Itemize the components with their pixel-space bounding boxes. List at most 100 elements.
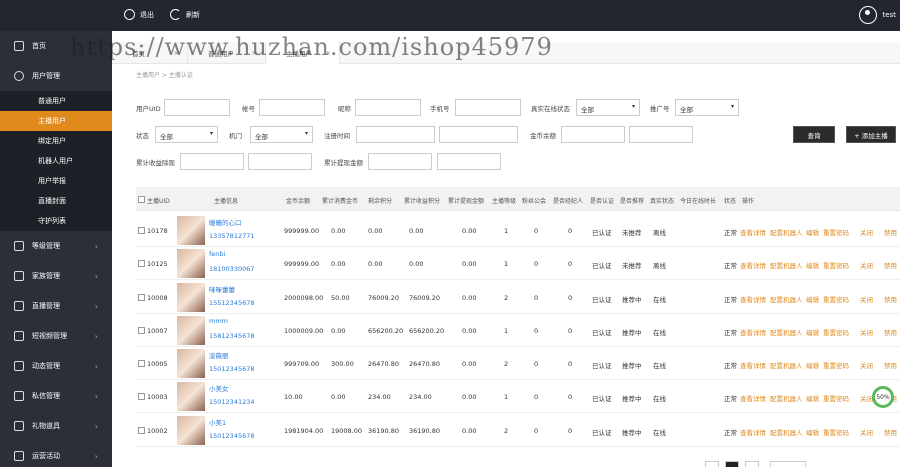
row-checkbox[interactable] <box>138 260 145 267</box>
select-all-checkbox[interactable] <box>138 196 145 203</box>
sidebar-item-video[interactable]: 短视频管理 › <box>0 321 112 351</box>
edit-link[interactable]: 编辑 <box>806 227 819 237</box>
cash-total-max-input[interactable] <box>437 153 501 170</box>
sidebar-item-gift[interactable]: 礼物道具 › <box>0 411 112 441</box>
ban-link[interactable]: 禁用 <box>884 294 897 304</box>
account-input[interactable] <box>259 99 325 116</box>
sidebar-item-live[interactable]: 直播管理 › <box>0 291 112 321</box>
config-robot-link[interactable]: 配置机器人 <box>770 227 803 237</box>
add-anchor-button[interactable]: + 添加主播 <box>846 126 896 143</box>
sidebar-sub-user-reports[interactable]: 用户举报 <box>0 171 112 191</box>
logout-button[interactable]: 退出 <box>124 9 154 20</box>
reset-password-link[interactable]: 重置密码 <box>823 294 849 304</box>
coin-min-input[interactable] <box>561 126 625 143</box>
edit-link[interactable]: 编辑 <box>806 327 819 337</box>
reset-password-link[interactable]: 重置密码 <box>823 360 849 370</box>
anchor-phone[interactable]: 15012341234 <box>209 398 255 406</box>
row-checkbox[interactable] <box>138 227 145 234</box>
edit-link[interactable]: 编辑 <box>806 360 819 370</box>
row-checkbox[interactable] <box>138 427 145 434</box>
ban-link[interactable]: 禁用 <box>884 260 897 270</box>
reset-password-link[interactable]: 重置密码 <box>823 260 849 270</box>
cash-in-max-input[interactable] <box>248 153 312 170</box>
reset-password-link[interactable]: 重置密码 <box>823 227 849 237</box>
row-checkbox[interactable] <box>138 360 145 367</box>
reg-time-end-input[interactable] <box>439 126 518 143</box>
row-checkbox[interactable] <box>138 294 145 301</box>
ban-link[interactable]: 禁用 <box>884 327 897 337</box>
gender-select[interactable]: 全部 ▾ <box>250 126 313 143</box>
coin-max-input[interactable] <box>629 126 693 143</box>
sidebar-sub-bound-users[interactable]: 绑定用户 <box>0 131 112 151</box>
query-button[interactable]: 查询 <box>793 126 835 143</box>
config-robot-link[interactable]: 配置机器人 <box>770 327 803 337</box>
row-checkbox[interactable] <box>138 327 145 334</box>
close-link[interactable]: 关闭 <box>860 294 873 304</box>
pager-prev[interactable] <box>705 461 719 467</box>
view-detail-link[interactable]: 查看详情 <box>740 294 766 304</box>
user-menu[interactable]: test <box>858 6 896 24</box>
anchor-phone[interactable]: 15012345678 <box>209 365 255 373</box>
refresh-button[interactable]: 刷新 <box>170 9 200 20</box>
cash-in-min-input[interactable] <box>180 153 244 170</box>
phone-input[interactable] <box>455 99 521 116</box>
config-robot-link[interactable]: 配置机器人 <box>770 294 803 304</box>
edit-link[interactable]: 编辑 <box>806 427 819 437</box>
close-link[interactable]: 关闭 <box>860 227 873 237</box>
anchor-phone[interactable]: 18100330067 <box>209 265 255 273</box>
edit-link[interactable]: 编辑 <box>806 260 819 270</box>
reset-password-link[interactable]: 重置密码 <box>823 427 849 437</box>
row-checkbox[interactable] <box>138 393 145 400</box>
edit-link[interactable]: 编辑 <box>806 393 819 403</box>
sidebar-sub-anchor-users[interactable]: 主播用户 <box>0 111 112 131</box>
sidebar-sub-guard-list[interactable]: 守护列表 <box>0 211 112 231</box>
view-detail-link[interactable]: 查看详情 <box>740 260 766 270</box>
sidebar-item-users[interactable]: 用户管理 <box>0 61 112 91</box>
status-select[interactable]: 全部 ▾ <box>155 126 218 143</box>
pager-jump-input[interactable] <box>770 461 806 467</box>
sidebar-item-family[interactable]: 家族管理 › <box>0 261 112 291</box>
sidebar-item-level[interactable]: 等级管理 › <box>0 231 112 261</box>
sidebar-sub-robot-users[interactable]: 机器人用户 <box>0 151 112 171</box>
config-robot-link[interactable]: 配置机器人 <box>770 427 803 437</box>
anchor-phone[interactable]: 15512345678 <box>209 299 255 307</box>
pager-current[interactable] <box>725 461 739 467</box>
sidebar-sub-normal-users[interactable]: 普通用户 <box>0 91 112 111</box>
view-detail-link[interactable]: 查看详情 <box>740 360 766 370</box>
anchor-name[interactable]: 暖暖的心口 <box>209 217 242 227</box>
anchor-phone[interactable]: 15012345678 <box>209 432 255 440</box>
anchor-phone[interactable]: 13357812771 <box>209 232 255 240</box>
anchor-name[interactable]: 小美1 <box>209 417 226 427</box>
reg-time-start-input[interactable] <box>356 126 435 143</box>
edit-link[interactable]: 编辑 <box>806 294 819 304</box>
uid-input[interactable] <box>164 99 230 116</box>
reset-password-link[interactable]: 重置密码 <box>823 393 849 403</box>
cash-total-min-input[interactable] <box>368 153 432 170</box>
anchor-name[interactable]: fenbi <box>209 250 225 258</box>
nickname-input[interactable] <box>355 99 421 116</box>
pager-next[interactable] <box>745 461 759 467</box>
close-link[interactable]: 关闭 <box>860 360 873 370</box>
sidebar-item-activity[interactable]: 运营活动 › <box>0 441 112 467</box>
view-detail-link[interactable]: 查看详情 <box>740 327 766 337</box>
close-link[interactable]: 关闭 <box>860 260 873 270</box>
close-link[interactable]: 关闭 <box>860 427 873 437</box>
sidebar-item-message[interactable]: 私信管理 › <box>0 381 112 411</box>
config-robot-link[interactable]: 配置机器人 <box>770 260 803 270</box>
sidebar-item-dynamic[interactable]: 动态管理 › <box>0 351 112 381</box>
anchor-phone[interactable]: 15812345678 <box>209 332 255 340</box>
config-robot-link[interactable]: 配置机器人 <box>770 393 803 403</box>
ban-link[interactable]: 禁用 <box>884 360 897 370</box>
ban-link[interactable]: 禁用 <box>884 227 897 237</box>
online-status-select[interactable]: 全部 ▾ <box>576 99 640 116</box>
view-detail-link[interactable]: 查看详情 <box>740 227 766 237</box>
anchor-name[interactable]: 凌薇丽 <box>209 350 229 360</box>
anchor-name[interactable]: 咪咪蕾蕾 <box>209 284 235 294</box>
view-detail-link[interactable]: 查看详情 <box>740 427 766 437</box>
ban-link[interactable]: 禁用 <box>884 427 897 437</box>
sidebar-sub-live-covers[interactable]: 直播封面 <box>0 191 112 211</box>
reset-password-link[interactable]: 重置密码 <box>823 327 849 337</box>
anchor-name[interactable]: 小美女 <box>209 383 229 393</box>
view-detail-link[interactable]: 查看详情 <box>740 393 766 403</box>
anchor-name[interactable]: mmm <box>209 317 228 325</box>
